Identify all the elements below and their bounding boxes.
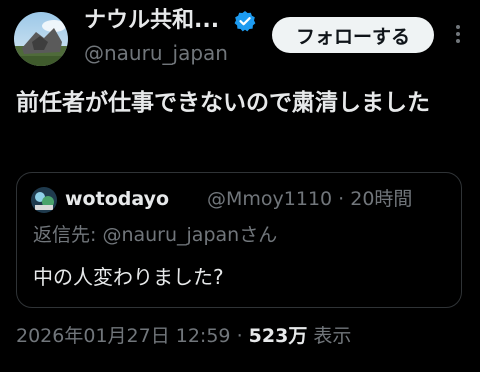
quote-display-name[interactable]: wotodayo (65, 185, 169, 213)
quote-reply-to: 返信先: @nauru_japanさん (33, 224, 278, 246)
quote-meta: @Mmoy1110 · 20時間 (207, 188, 413, 210)
views-count: 523万 (248, 325, 308, 347)
quote-avatar-image (31, 187, 57, 213)
avatar-image (14, 12, 68, 66)
tweet-meta-row: 2026年01月27日 12:59 · 523万 表示 (16, 322, 351, 350)
follow-button[interactable]: フォローする (272, 17, 434, 53)
display-name[interactable]: ナウル共和... (84, 6, 219, 36)
views-label: 表示 (313, 325, 352, 347)
more-options-icon[interactable] (446, 22, 470, 46)
tweet-text: 前任者が仕事できないので粛清しました (16, 90, 430, 116)
verified-badge-icon (234, 11, 256, 32)
quote-text: 中の人変わりました? (33, 265, 224, 289)
author-handle[interactable]: @nauru_japan (84, 40, 228, 66)
quoted-tweet-card[interactable]: wotodayo @Mmoy1110 · 20時間 返信先: @nauru_ja… (16, 172, 462, 308)
avatar[interactable] (14, 12, 68, 66)
tweet-timestamp[interactable]: 2026年01月27日 12:59 (16, 325, 231, 347)
meta-separator: · (236, 325, 243, 347)
quote-avatar[interactable] (31, 187, 57, 213)
